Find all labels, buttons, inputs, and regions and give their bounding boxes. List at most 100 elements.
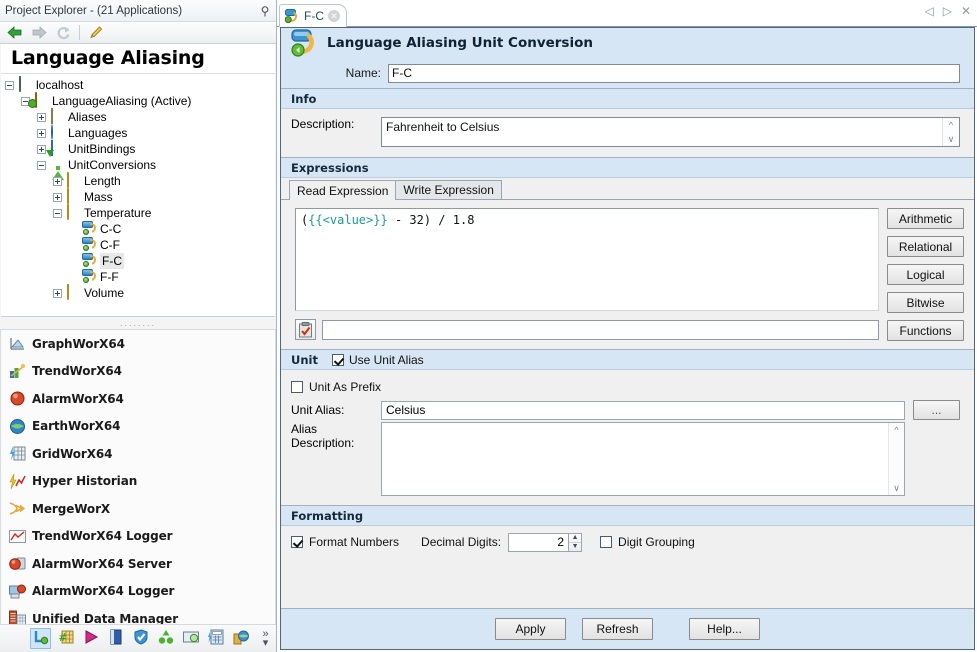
pin-icon[interactable]: ⚲ — [258, 4, 272, 18]
format-numbers-checkbox[interactable] — [291, 536, 303, 548]
app-item-alarmworx64-server[interactable]: AlarmWorX64 Server — [1, 550, 275, 578]
quickbar-monitor[interactable] — [180, 628, 201, 649]
chevron-down-icon[interactable]: ▼ — [569, 543, 581, 551]
unit-alias-input[interactable] — [381, 401, 905, 420]
tree-expander[interactable] — [49, 285, 65, 301]
editor-header-row: Language Aliasing Unit Conversion — [281, 28, 974, 58]
unit-conversion-icon — [285, 9, 300, 23]
editor-header: Language Aliasing Unit Conversion Name: — [281, 28, 974, 88]
tab-f-c[interactable]: F-C ✕ — [279, 4, 347, 27]
app-item-gridworx64[interactable]: GridWorX64 — [1, 440, 275, 468]
description-value[interactable]: Fahrenheit to Celsius — [382, 118, 942, 146]
tree-item-languages[interactable]: Languages — [1, 125, 275, 141]
app-item-mergeworx[interactable]: MergeWorX — [1, 495, 275, 523]
back-button[interactable] — [4, 23, 26, 42]
app-item-unified-data-manager[interactable]: Unified Data Manager — [1, 605, 275, 624]
application-quick-bar[interactable]: # »▾ — [0, 624, 276, 652]
alias-description-value[interactable] — [382, 423, 888, 495]
apply-button[interactable]: Apply — [495, 618, 566, 640]
quickbar-book[interactable] — [105, 628, 126, 649]
x-icon[interactable]: ✕ — [961, 4, 971, 18]
app-item-alarmworx64-logger[interactable]: AlarmWorX64 Logger — [1, 578, 275, 606]
tree-expander[interactable] — [33, 125, 49, 141]
project-tree[interactable]: localhostLanguageAliasing (Active)Aliase… — [1, 74, 275, 301]
project-tree-container[interactable]: Language Aliasing localhostLanguageAlias… — [1, 44, 275, 317]
app-item-graphworx64[interactable]: GraphWorX64 — [1, 330, 275, 358]
quickbar-globe[interactable] — [230, 628, 251, 649]
panel-splitter-grip[interactable]: ........ — [0, 317, 276, 330]
tree-expander[interactable] — [49, 189, 65, 205]
functions-button[interactable]: Functions — [887, 320, 964, 341]
unit-as-prefix-checkbox[interactable] — [291, 381, 303, 393]
tree-item-f-c[interactable]: F-C — [1, 253, 275, 269]
chevron-double-right-icon[interactable]: »▾ — [258, 630, 274, 648]
tree-item-mass[interactable]: Mass — [1, 189, 275, 205]
tree-item-temperature[interactable]: Temperature — [1, 205, 275, 221]
expression-input[interactable] — [322, 320, 879, 340]
chevron-down-icon[interactable]: ∨ — [889, 481, 904, 495]
tree-expander[interactable] — [33, 109, 49, 125]
decimal-digits-value[interactable]: 2 — [508, 533, 568, 552]
tree-item-c-f[interactable]: C-F — [1, 237, 275, 253]
tree-item-length[interactable]: Length — [1, 173, 275, 189]
app-item-earthworx64[interactable]: EarthWorX64 — [1, 413, 275, 441]
relational-button[interactable]: Relational — [887, 236, 964, 257]
tree-expander[interactable] — [1, 77, 17, 93]
tree-expander[interactable] — [49, 205, 65, 221]
tab-write-expression[interactable]: Write Expression — [395, 180, 501, 199]
help-button[interactable]: Help... — [689, 618, 760, 640]
tree-item-aliases[interactable]: Aliases — [1, 109, 275, 125]
chevron-up-icon[interactable]: ▲ — [569, 534, 581, 543]
quickbar-overflow[interactable]: »▾ — [255, 628, 276, 649]
expression-code-editor[interactable]: ({{<value>}} - 32) / 1.8 — [295, 208, 879, 311]
tree-item-f-f[interactable]: F-F — [1, 269, 275, 285]
triangle-right-icon[interactable]: ▷ — [943, 4, 952, 18]
quickbar-recycle[interactable] — [155, 628, 176, 649]
quickbar-play[interactable] — [80, 628, 101, 649]
refresh-button[interactable] — [52, 23, 74, 42]
bitwise-button[interactable]: Bitwise — [887, 292, 964, 313]
digit-grouping-checkbox[interactable] — [600, 536, 612, 548]
quickbar-language-aliasing[interactable] — [30, 628, 51, 649]
application-list[interactable]: GraphWorX64TrendWorX64AlarmWorX64EarthWo… — [0, 330, 276, 624]
use-unit-alias-checkbox[interactable] — [332, 354, 344, 366]
edit-button[interactable] — [85, 23, 107, 42]
app-item-trendworx64-logger[interactable]: TrendWorX64 Logger — [1, 523, 275, 551]
browse-unit-alias-button[interactable]: ... — [913, 400, 960, 420]
decimal-digits-spin-buttons[interactable]: ▲ ▼ — [568, 533, 582, 552]
tree-item-localhost[interactable]: localhost — [1, 77, 275, 93]
alias-description-scrollbar[interactable]: ^ ∨ — [888, 423, 904, 495]
quickbar-calculator[interactable] — [205, 628, 226, 649]
tree-item-languagealiasing-active[interactable]: LanguageAliasing (Active) — [1, 93, 275, 109]
arithmetic-button[interactable]: Arithmetic — [887, 208, 964, 229]
refresh-button[interactable]: Refresh — [582, 618, 653, 640]
logical-button[interactable]: Logical — [887, 264, 964, 285]
tree-indent — [65, 221, 81, 237]
tree-item-unitbindings[interactable]: UnitBindings — [1, 141, 275, 157]
tree-item-c-c[interactable]: C-C — [1, 221, 275, 237]
chevron-up-icon[interactable]: ^ — [943, 118, 959, 132]
tree-item-volume[interactable]: Volume — [1, 285, 275, 301]
decimal-digits-stepper[interactable]: 2 ▲ ▼ — [508, 533, 582, 552]
tree-expander[interactable] — [33, 157, 49, 173]
app-item-hyper-historian[interactable]: Hyper Historian — [1, 468, 275, 496]
triangle-left-icon[interactable]: ◁ — [924, 4, 933, 18]
tab-read-expression[interactable]: Read Expression — [289, 180, 396, 200]
app-item-trendworx64[interactable]: TrendWorX64 — [1, 358, 275, 386]
chevron-down-icon[interactable]: ∨ — [943, 132, 959, 146]
close-icon[interactable]: ✕ — [328, 10, 340, 22]
quickbar-grid[interactable]: # — [55, 628, 76, 649]
alias-description-field[interactable]: ^ ∨ — [381, 422, 905, 496]
formatting-group-title: Formatting — [291, 509, 363, 523]
name-input[interactable] — [388, 64, 960, 83]
clipboard-check-icon[interactable] — [295, 319, 316, 340]
description-field[interactable]: Fahrenheit to Celsius ^ ∨ — [381, 117, 960, 147]
expressions-group: Expressions Read Expression Write Expres… — [281, 157, 974, 349]
tree-indent — [17, 221, 33, 237]
tree-item-unitconversions[interactable]: UnitConversions — [1, 157, 275, 173]
app-item-alarmworx64[interactable]: AlarmWorX64 — [1, 385, 275, 413]
quickbar-security[interactable] — [130, 628, 151, 649]
forward-button[interactable] — [28, 23, 50, 42]
description-scrollbar[interactable]: ^ ∨ — [942, 118, 959, 146]
chevron-up-icon[interactable]: ^ — [889, 423, 904, 437]
